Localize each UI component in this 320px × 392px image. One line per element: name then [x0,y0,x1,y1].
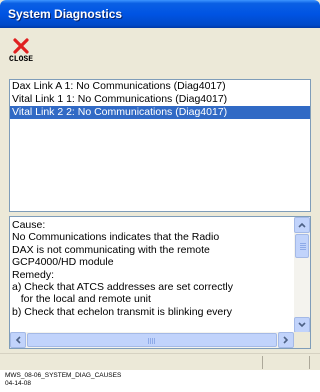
cause-remedy-text: Cause: No Communications indicates that … [12,219,294,318]
chevron-up-icon [298,222,306,228]
grip-line [300,245,306,246]
grip-line [150,338,151,344]
cause-heading: Cause: [12,219,46,231]
remedy-heading: Remedy: [12,268,55,281]
remedy-line: b) Check that echelon transmit is blinki… [12,305,233,318]
grip-line [300,249,306,250]
window-title: System Diagnostics [8,7,123,21]
close-button[interactable]: CLOSE [8,38,34,74]
cause-line: GCP4000/HD module [12,256,114,269]
remedy-line: a) Check that ATCS addresses are set cor… [12,280,233,293]
status-divider [309,356,310,369]
list-item[interactable]: Dax Link A 1: No Communications (Diag401… [10,80,310,93]
scroll-down-button[interactable] [294,317,310,333]
cause-line: DAX is not communicating with the remote [12,243,210,256]
grip-line [152,338,153,344]
grip-line [300,247,306,248]
scroll-up-button[interactable] [294,217,310,233]
vertical-scrollbar[interactable] [294,217,310,333]
close-button-label: CLOSE [8,55,33,64]
grip-line [148,338,149,344]
status-divider [262,356,263,369]
red-x-icon [8,38,34,54]
vertical-scroll-thumb[interactable] [295,234,309,258]
chevron-right-icon [283,336,289,344]
horizontal-scroll-thumb[interactable] [27,333,277,347]
title-bar[interactable]: System Diagnostics [0,0,320,28]
caption-date: 04-14-08 [5,380,32,387]
system-diagnostics-window: System Diagnostics CLOSE Dax Link A 1: N… [0,0,320,370]
scroll-right-button[interactable] [278,332,294,348]
horizontal-scrollbar[interactable] [10,332,294,348]
chevron-down-icon [298,322,306,328]
caption-id: MWS_08-06_SYSTEM_DIAG_CAUSES [5,372,122,379]
toolbar: CLOSE [0,28,320,76]
cause-line: No Communications indicates that the Rad… [12,231,220,244]
cause-remedy-panel[interactable]: Cause: No Communications indicates that … [9,216,311,349]
figure-caption: MWS_08-06_SYSTEM_DIAG_CAUSES 04-14-08 [5,372,121,388]
chevron-left-icon [15,336,21,344]
diagnostics-list[interactable]: Dax Link A 1: No Communications (Diag401… [9,79,311,212]
scroll-left-button[interactable] [10,332,26,348]
scrollbar-corner [294,332,310,348]
remedy-line: for the local and remote unit [12,293,151,306]
grip-line [154,338,155,344]
grip-line [300,243,306,244]
list-item-selected[interactable]: Vital Link 2 2: No Communications (Diag4… [10,106,310,119]
list-item[interactable]: Vital Link 1 1: No Communications (Diag4… [10,93,310,106]
status-bar [0,353,320,370]
